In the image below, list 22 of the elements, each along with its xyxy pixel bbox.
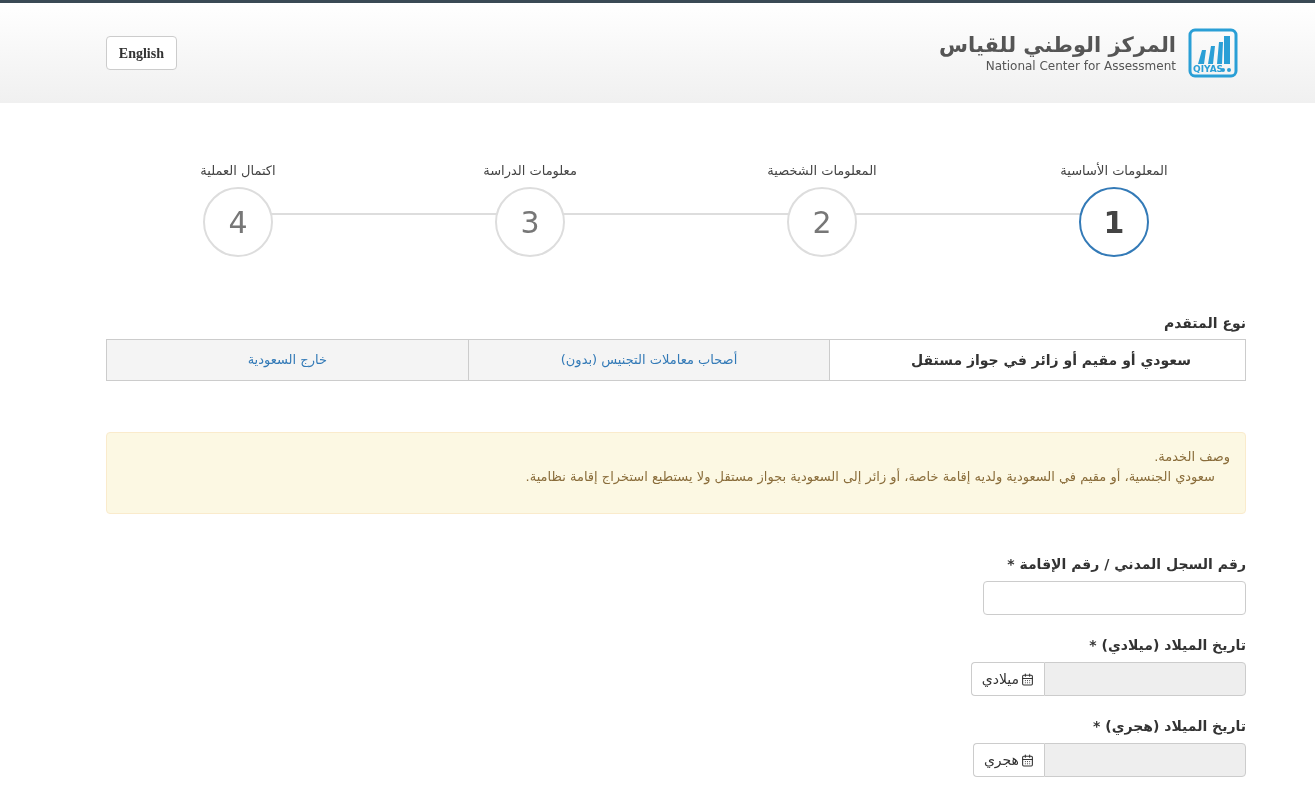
calendar-icon (1021, 753, 1034, 767)
calendar-button[interactable]: ميلادي (970, 662, 1044, 696)
logo-english-text: National Center for Assessment (985, 58, 1176, 74)
field-label: رقم السجل المدني / رقم الإقامة * (1006, 555, 1246, 574)
calendar-button[interactable]: هجري (972, 743, 1044, 777)
step-label: معلومات الدراسة (483, 162, 577, 181)
logo-badge-text: QIYAS (1193, 65, 1224, 74)
field-label: تاريخ الميلاد (هجري) * (1092, 717, 1246, 737)
step-label: المعلومات الشخصية (767, 162, 877, 181)
field-label: تاريخ الميلاد (ميلادي) * (1088, 636, 1246, 656)
step-label: المعلومات الأساسية (1060, 161, 1168, 181)
alert-text: سعودي الجنسية، أو مقيم في السعودية ولديه إقامة خاصة، أو زائر إلى السعودية بجواز مستقل ولا يستطيع استخراج إقامة نظامية. (524, 467, 1216, 486)
language-button[interactable]: English (106, 36, 177, 70)
alert-title: وصف الخدمة. (1153, 448, 1230, 467)
step-label: اكتمال العملية (200, 162, 276, 180)
calendar-icon (1021, 672, 1034, 686)
applicant-type-label: نوع المتقدم (1162, 314, 1246, 334)
applicant-type-tab[interactable]: خارج السعودية (107, 340, 469, 380)
applicant-type-tab[interactable]: أصحاب معاملات التجنيس (بدون) (468, 340, 831, 380)
id-number-input[interactable] (983, 581, 1246, 615)
logo-arabic-text: المركز الوطني للقياس (939, 32, 1176, 59)
logo-icon (1188, 28, 1238, 78)
